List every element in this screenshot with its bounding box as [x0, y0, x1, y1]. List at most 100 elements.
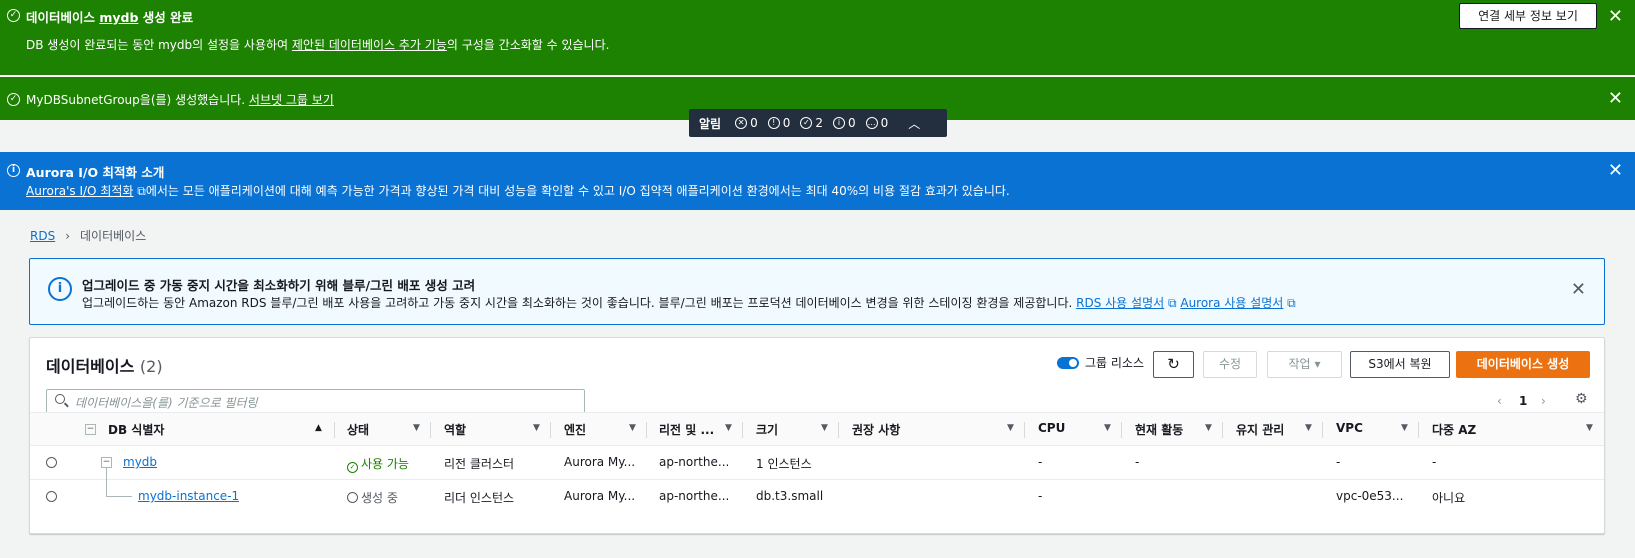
- group-resources-label: 그룹 리소스: [1085, 356, 1145, 370]
- column-divider[interactable]: [1418, 422, 1419, 438]
- sort-icon[interactable]: ▼: [1104, 423, 1111, 433]
- flash-aurora-io: i Aurora I/O 최적화 소개 Aurora's I/O 최적화 ⧉에서…: [0, 152, 1635, 210]
- refresh-button[interactable]: ↻: [1153, 351, 1194, 378]
- sort-icon[interactable]: ▼: [725, 423, 732, 433]
- aurora-io-link[interactable]: Aurora's I/O 최적화: [26, 184, 133, 198]
- next-page-icon[interactable]: ›: [1541, 394, 1546, 408]
- rds-user-guide-link[interactable]: RDS 사용 설명서: [1076, 296, 1164, 310]
- column-divider[interactable]: [550, 422, 551, 438]
- col-multi-az[interactable]: 다중 AZ: [1432, 421, 1476, 438]
- col-size[interactable]: 크기: [756, 421, 778, 438]
- settings-gear-icon[interactable]: ⚙: [1575, 391, 1588, 407]
- view-connection-details-button[interactable]: 연결 세부 정보 보기: [1459, 3, 1597, 29]
- search-placeholder: 데이터베이스을(를) 기준으로 필터링: [75, 396, 258, 410]
- info-count: 0: [848, 116, 856, 130]
- role-cell: 리더 인스턴스: [444, 491, 515, 505]
- view-subnet-group-link[interactable]: 서브넷 그룹 보기: [249, 93, 334, 107]
- cpu-cell: -: [1038, 455, 1043, 469]
- info-body: 업그레이드하는 동안 Amazon RDS 블루/그린 배포 사용을 고려하고 …: [82, 296, 1296, 310]
- sort-icon[interactable]: ▼: [1401, 423, 1408, 433]
- row-select-radio[interactable]: [46, 491, 57, 502]
- breadcrumb: RDS › 데이터베이스: [30, 227, 146, 244]
- activity-cell: -: [1135, 455, 1140, 469]
- external-link-icon: ⧉: [133, 184, 146, 198]
- refresh-icon: ↻: [1167, 355, 1180, 373]
- status-available: ✓ 사용 가능: [347, 455, 409, 473]
- info-icon: i: [833, 117, 846, 129]
- db-identifier-link[interactable]: mydb-instance-1: [138, 489, 239, 503]
- notification-bar[interactable]: 알림 ✕ 0 ! 0 ✓ 2 i0 … 0 ︿: [689, 109, 947, 137]
- column-divider[interactable]: [646, 422, 647, 438]
- sort-icon[interactable]: ▼: [413, 423, 420, 433]
- warning-count: 0: [782, 116, 791, 130]
- table-row[interactable]: − mydb ✓ 사용 가능 리전 클러스터 Aurora My... ap-no…: [30, 446, 1604, 480]
- col-cpu[interactable]: CPU: [1038, 421, 1065, 435]
- flash-body: Aurora's I/O 최적화 ⧉에서는 모든 애플리케이션에 대해 예측 가…: [26, 184, 1010, 198]
- tree-connector: [106, 468, 132, 497]
- in-progress-count: 0: [880, 116, 889, 130]
- close-icon[interactable]: ✕: [1608, 90, 1623, 108]
- databases-panel: 데이터베이스 (2) 그룹 리소스 ↻ 수정 작업 ▾ S3에서 복원 데이터베…: [29, 337, 1605, 534]
- col-region[interactable]: 리전 및 ...: [659, 421, 714, 438]
- col-status[interactable]: 상태: [347, 421, 369, 438]
- close-icon[interactable]: ✕: [1571, 279, 1586, 300]
- column-divider[interactable]: [334, 422, 335, 438]
- previous-page-icon[interactable]: ‹: [1497, 394, 1502, 408]
- in-progress-icon: …: [865, 117, 878, 129]
- suggested-addons-link[interactable]: 제안된 데이터베이스 추가 기능: [292, 38, 447, 52]
- flash-body: DB 생성이 완료되는 동안 mydb의 설정을 사용하여 제안된 데이터베이스…: [26, 38, 610, 52]
- aurora-user-guide-link[interactable]: Aurora 사용 설명서: [1180, 296, 1283, 310]
- col-activity[interactable]: 현재 활동: [1135, 421, 1183, 438]
- search-icon: [55, 394, 65, 404]
- col-engine[interactable]: 엔진: [564, 421, 586, 438]
- success-check-icon: ✓: [7, 93, 20, 106]
- sort-icon[interactable]: ▼: [629, 423, 636, 433]
- column-divider[interactable]: [742, 422, 743, 438]
- col-vpc[interactable]: VPC: [1336, 421, 1363, 435]
- row-select-radio[interactable]: [46, 457, 57, 468]
- page-number[interactable]: 1: [1519, 394, 1527, 408]
- group-resources-toggle[interactable]: [1057, 357, 1079, 369]
- cpu-cell: -: [1038, 489, 1043, 503]
- db-name-link[interactable]: mydb: [99, 10, 138, 25]
- engine-cell: Aurora My...: [564, 455, 636, 469]
- sort-ascending-icon[interactable]: ▲: [315, 423, 322, 433]
- sort-icon[interactable]: ▼: [1007, 423, 1014, 433]
- notifications-label: 알림: [699, 116, 722, 131]
- flash-db-created: ✓ 데이터베이스 mydb 생성 완료 DB 생성이 완료되는 동안 mydb의…: [0, 0, 1635, 75]
- db-identifier-link[interactable]: mydb: [123, 455, 157, 469]
- column-divider[interactable]: [838, 422, 839, 438]
- sort-icon[interactable]: ▼: [533, 423, 540, 433]
- sort-icon[interactable]: ▼: [1586, 423, 1593, 433]
- sort-icon[interactable]: ▼: [821, 423, 828, 433]
- breadcrumb-rds-link[interactable]: RDS: [30, 229, 55, 243]
- actions-button[interactable]: 작업 ▾: [1267, 351, 1342, 378]
- collapse-row-icon[interactable]: −: [101, 457, 112, 468]
- collapse-all-icon[interactable]: −: [85, 424, 96, 435]
- flash-title: Aurora I/O 최적화 소개: [26, 165, 165, 180]
- col-recommendations[interactable]: 권장 사항: [852, 421, 900, 438]
- column-divider[interactable]: [1222, 422, 1223, 438]
- search-input[interactable]: 데이터베이스을(를) 기준으로 필터링: [46, 389, 585, 414]
- modify-button[interactable]: 수정: [1203, 351, 1257, 378]
- column-divider[interactable]: [430, 422, 431, 438]
- col-db-id[interactable]: DB 식별자: [108, 421, 164, 438]
- close-icon[interactable]: ✕: [1608, 8, 1623, 26]
- column-divider[interactable]: [1322, 422, 1323, 438]
- sort-icon[interactable]: ▼: [1205, 423, 1212, 433]
- table-row[interactable]: mydb-instance-1 생성 중 리더 인스턴스 Aurora My..…: [30, 468, 1604, 514]
- restore-from-s3-button[interactable]: S3에서 복원: [1350, 351, 1450, 378]
- table-header: − DB 식별자 ▲ 상태 ▼ 역할 ▼ 엔진 ▼ 리전 및 ... ▼ 크기 …: [30, 412, 1604, 446]
- sort-icon[interactable]: ▼: [1305, 423, 1312, 433]
- create-database-button[interactable]: 데이터베이스 생성: [1456, 351, 1590, 378]
- info-icon: i: [7, 164, 20, 177]
- col-maintenance[interactable]: 유지 관리: [1236, 421, 1284, 438]
- external-link-icon: ⧉: [1164, 296, 1181, 310]
- column-divider[interactable]: [1024, 422, 1025, 438]
- col-role[interactable]: 역할: [444, 421, 466, 438]
- column-divider[interactable]: [1121, 422, 1122, 438]
- close-icon[interactable]: ✕: [1608, 162, 1623, 180]
- chevron-up-icon[interactable]: ︿: [908, 115, 920, 132]
- caret-down-icon: ▾: [1314, 357, 1321, 371]
- error-icon: ✕: [735, 117, 748, 129]
